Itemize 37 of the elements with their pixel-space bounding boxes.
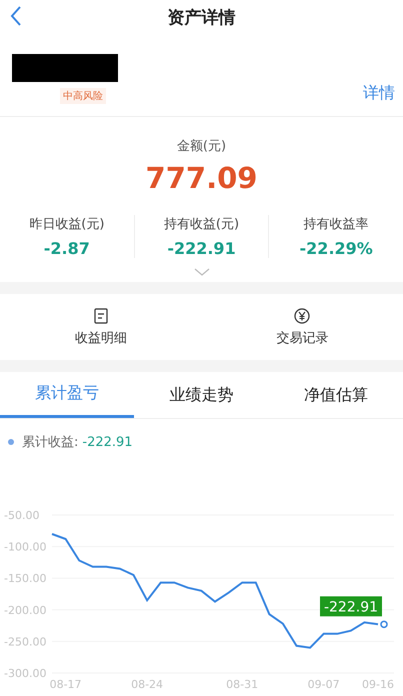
tab[interactable]: 净值估算: [268, 372, 403, 418]
x-axis-label: 08-24: [131, 678, 164, 691]
tab[interactable]: 业绩走势: [134, 372, 269, 418]
yen-icon: [294, 308, 310, 324]
legend-dot: [8, 439, 14, 445]
legend-label: 累计收益:: [22, 434, 78, 451]
stat-label: 昨日收益(元): [29, 216, 104, 233]
x-axis-label: 08-17: [50, 678, 82, 691]
x-axis-label: 09-16: [362, 678, 394, 691]
y-axis-label: -150.00: [4, 572, 46, 586]
action-button[interactable]: 收益明细: [0, 294, 202, 360]
y-axis-label: -250.00: [4, 635, 46, 648]
stat-value: -2.87: [44, 239, 90, 258]
stat-value: -22.29%: [300, 239, 373, 258]
value-tooltip: -222.91: [320, 596, 382, 616]
stat-value: -222.91: [167, 239, 236, 258]
annotation: -222.91: [324, 599, 378, 616]
amount-label: 金额(元): [176, 138, 226, 155]
legend-value: -222.91: [82, 434, 133, 450]
document-icon: [94, 308, 108, 324]
x-axis-label: 08-31: [226, 678, 258, 691]
chevron-down-icon[interactable]: [194, 268, 210, 276]
action-button[interactable]: 交易记录: [202, 294, 403, 360]
stat-label: 持有收益率: [304, 216, 369, 233]
y-axis-label: -100.00: [4, 540, 46, 554]
tab[interactable]: 累计盈亏: [0, 372, 134, 418]
amount-value: 777.09: [146, 161, 258, 195]
y-axis-label: -300.00: [4, 667, 46, 680]
page-title: 资产详情: [168, 6, 236, 28]
y-axis-label: -200.00: [4, 604, 46, 617]
detail-link[interactable]: 详情: [363, 83, 395, 104]
risk-tag: 中高风险: [60, 88, 106, 104]
point-marker: [380, 620, 388, 628]
y-axis-label: -50.00: [4, 509, 40, 522]
stat-label: 持有收益(元): [164, 216, 240, 233]
x-axis-label: 09-07: [308, 678, 340, 691]
back-icon[interactable]: [10, 5, 22, 27]
